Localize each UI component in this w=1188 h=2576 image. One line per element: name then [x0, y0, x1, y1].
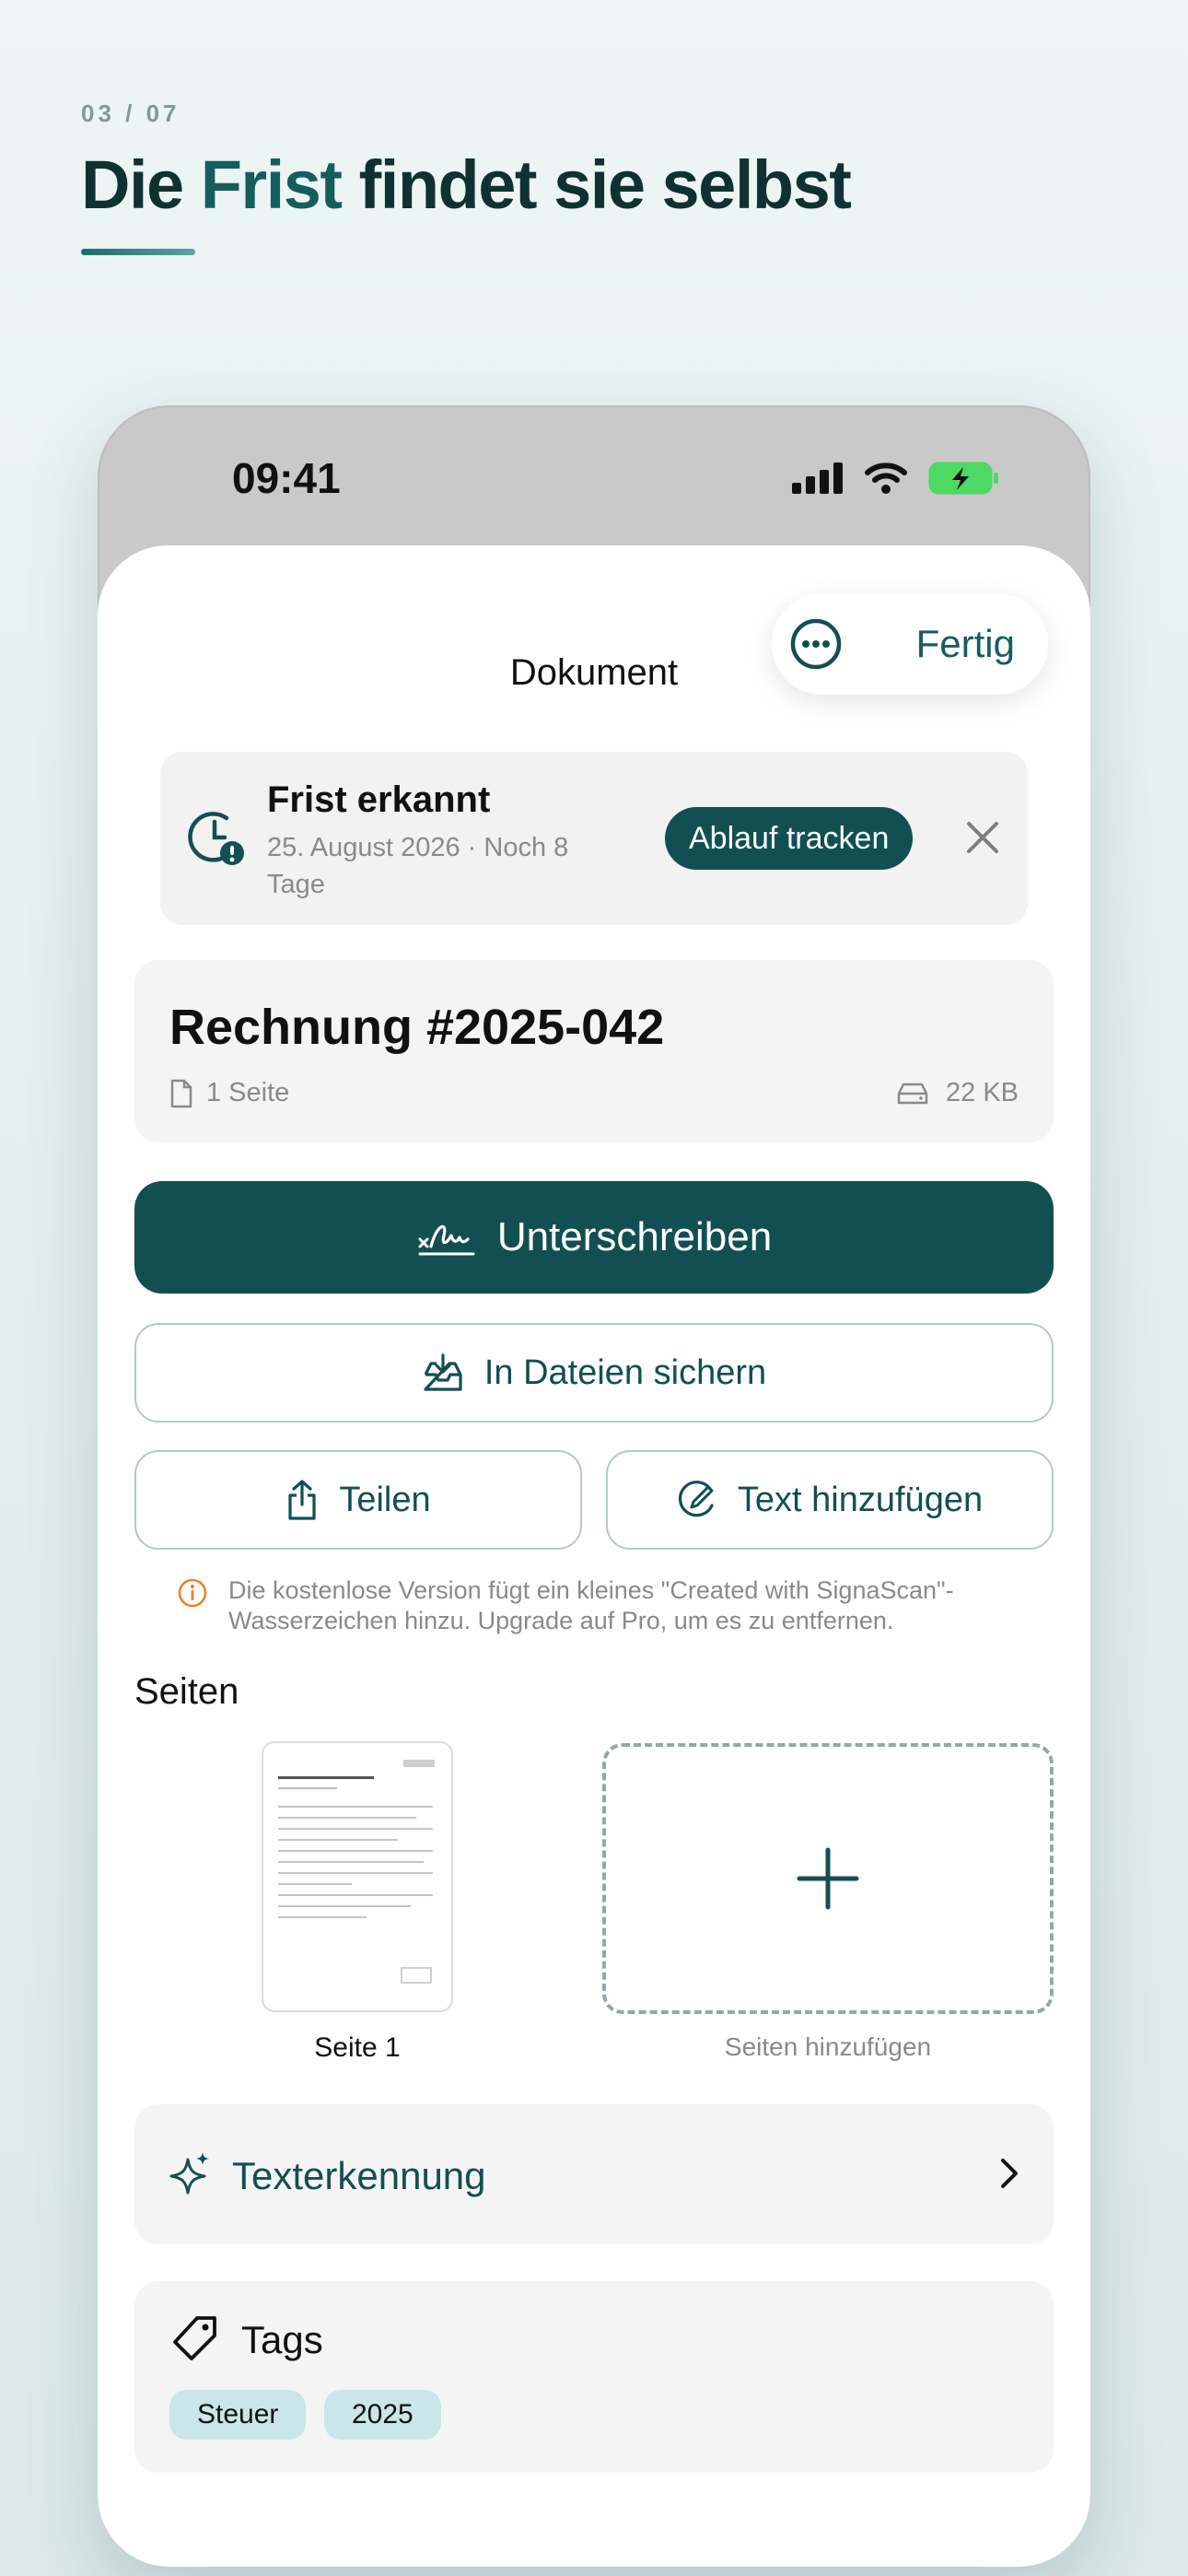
watermark-notice: Die kostenlose Version fügt ein kleines … [177, 1575, 1024, 1636]
tags-card: Tags Steuer 2025 [134, 2281, 1054, 2473]
page-count: 1 Seite [169, 1078, 289, 1108]
document-info-card: Rechnung #2025-042 1 Seite 22 KB [134, 960, 1054, 1142]
close-icon[interactable] [963, 818, 1002, 857]
add-pages-label: Seiten hinzufügen [724, 2032, 932, 2061]
share-button[interactable]: Teilen [134, 1450, 582, 1550]
page-thumbnail[interactable] [262, 1741, 453, 2012]
clock-alert-icon [188, 812, 244, 865]
battery-charging-icon [928, 462, 998, 495]
save-to-files-button[interactable]: In Dateien sichern [134, 1323, 1054, 1423]
tags-title: Tags [241, 2318, 323, 2361]
track-deadline-button[interactable]: Ablauf tracken [665, 807, 914, 870]
nav-actions: Fertig [772, 593, 1048, 695]
promo-headline: Die Frist findet sie selbst [81, 146, 852, 224]
headline-post: findet sie selbst [341, 146, 852, 223]
pages-section-title: Seiten [134, 1671, 239, 1712]
add-pages-button[interactable] [602, 1743, 1054, 2014]
share-label: Teilen [339, 1480, 431, 1519]
info-icon [178, 1578, 207, 1608]
page-label: Seite 1 [314, 2032, 401, 2063]
tray-download-icon [424, 1353, 462, 1391]
wifi-icon [865, 463, 907, 494]
headline-pre: Die [81, 146, 201, 223]
status-icons [792, 461, 1000, 496]
signature-icon [418, 1224, 475, 1256]
file-size: 22 KB [896, 1078, 1019, 1108]
phone-frame: 09:41 Dokument Fertig Frist erkannt 25. … [98, 405, 1090, 2567]
headline-accent: Frist [200, 146, 343, 223]
pencil-circle-icon [678, 1481, 714, 1517]
tag-icon [173, 2316, 216, 2360]
watermark-notice-text: Die kostenlose Version fügt ein kleines … [228, 1576, 954, 1634]
document-sheet: Dokument Fertig Frist erkannt 25. August… [98, 545, 1090, 2567]
promo-step: 03 / 07 [81, 100, 181, 127]
storage-icon [897, 1083, 928, 1104]
tag-chip[interactable]: Steuer [169, 2390, 307, 2440]
done-button[interactable]: Fertig [916, 622, 1028, 666]
share-icon [288, 1480, 316, 1520]
save-to-files-label: In Dateien sichern [483, 1352, 767, 1392]
page-icon [170, 1079, 192, 1107]
more-button[interactable] [788, 616, 844, 672]
add-text-label: Text hinzufügen [737, 1480, 984, 1519]
tag-chip[interactable]: 2025 [324, 2390, 441, 2440]
file-size-label: 22 KB [946, 1078, 1019, 1107]
sign-button[interactable]: Unterschreiben [134, 1181, 1054, 1294]
deadline-banner: Frist erkannt 25. August 2026 · Noch 8 T… [160, 752, 1028, 925]
ellipsis-circle-icon [790, 618, 842, 670]
status-time: 09:41 [232, 454, 341, 502]
banner-subtitle: 25. August 2026 · Noch 8 Tage [267, 833, 569, 899]
page-preview [278, 1760, 435, 1984]
text-recognition-label: Texterkennung [232, 2154, 486, 2197]
banner-title: Frist erkannt [267, 779, 491, 820]
text-recognition-row[interactable]: Texterkennung [134, 2104, 1054, 2244]
headline-underline [81, 249, 195, 255]
sparkles-icon [169, 2152, 209, 2195]
chevron-right-icon [1001, 2159, 1018, 2188]
sign-button-label: Unterschreiben [496, 1214, 773, 1259]
plus-icon [797, 1847, 859, 1910]
add-text-button[interactable]: Text hinzufügen [606, 1450, 1054, 1550]
signal-icon [792, 463, 843, 494]
document-title: Rechnung #2025-042 [169, 1000, 665, 1055]
page-count-label: 1 Seite [206, 1078, 290, 1107]
